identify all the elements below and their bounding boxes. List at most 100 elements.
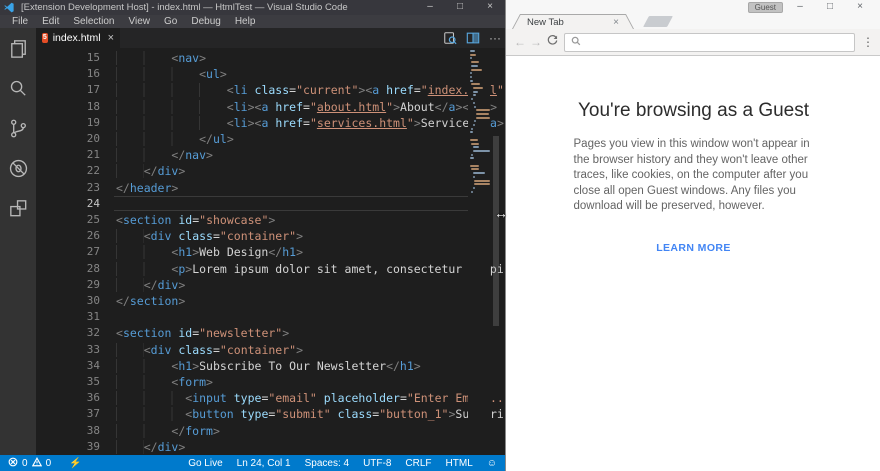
status-spaces-4[interactable]: Spaces: 4 bbox=[305, 458, 349, 469]
open-preview-icon[interactable] bbox=[443, 31, 457, 46]
code-line-25[interactable]: 25 <section id="showcase"> bbox=[36, 212, 505, 228]
vscode-titlebar[interactable]: [Extension Development Host] - index.htm… bbox=[0, 0, 505, 15]
code-line-21[interactable]: 21 </nav> bbox=[36, 147, 505, 163]
maximize-button[interactable]: □ bbox=[445, 0, 475, 15]
browser-tab-close-icon[interactable]: × bbox=[613, 17, 619, 28]
code-line-37[interactable]: 37 <button type="submit" class="button_1… bbox=[36, 406, 505, 422]
split-editor-icon[interactable] bbox=[466, 31, 480, 46]
activitybar-files-icon[interactable] bbox=[0, 28, 36, 68]
activitybar-debug-icon[interactable] bbox=[0, 148, 36, 188]
menu-selection[interactable]: Selection bbox=[66, 16, 121, 27]
activity-bar bbox=[0, 28, 36, 455]
line-number: 27 bbox=[86, 245, 100, 259]
html-file-icon: 5 bbox=[42, 33, 48, 43]
code-line-20[interactable]: 20 </ul> bbox=[36, 131, 505, 147]
learn-more-link[interactable]: LEARN MORE bbox=[506, 242, 880, 254]
code-line-26[interactable]: 26 <div class="container"> bbox=[36, 228, 505, 244]
line-number: 30 bbox=[86, 294, 100, 307]
reload-icon[interactable] bbox=[544, 34, 560, 50]
address-input[interactable] bbox=[586, 36, 848, 48]
new-tab-button[interactable] bbox=[643, 16, 673, 27]
line-number: 26 bbox=[86, 229, 100, 243]
code-line-36[interactable]: 36 <input type="email" placeholder="Ente… bbox=[36, 390, 505, 406]
browser-tab[interactable]: New Tab × bbox=[512, 14, 634, 29]
menu-go[interactable]: Go bbox=[157, 16, 184, 27]
code-text: </section> bbox=[116, 294, 186, 308]
smiley-icon[interactable]: ☺ bbox=[487, 458, 497, 469]
status-ln-24-col-1[interactable]: Ln 24, Col 1 bbox=[237, 458, 291, 469]
line-number: 18 bbox=[86, 99, 100, 113]
minimap[interactable] bbox=[468, 48, 490, 455]
code-line-19[interactable]: 19 <li><a href="services.html">Services<… bbox=[36, 115, 505, 131]
browser-content: You're browsing as a Guest Pages you vie… bbox=[506, 56, 880, 471]
activitybar-extensions-icon[interactable] bbox=[0, 188, 36, 228]
code-line-24[interactable]: 24 bbox=[36, 195, 505, 212]
code-line-31[interactable]: 31 bbox=[36, 309, 505, 325]
code-line-15[interactable]: 15 <nav> bbox=[36, 50, 505, 66]
line-number: 37 bbox=[86, 407, 100, 421]
browser-minimize-button[interactable]: – bbox=[785, 0, 815, 14]
browser-tab-title: New Tab bbox=[527, 16, 564, 28]
forward-icon[interactable]: → bbox=[528, 35, 544, 49]
close-button[interactable]: × bbox=[475, 0, 505, 15]
menu-help[interactable]: Help bbox=[228, 16, 263, 27]
status-html[interactable]: HTML bbox=[446, 458, 473, 469]
menu-file[interactable]: File bbox=[5, 16, 35, 27]
guest-badge[interactable]: Guest bbox=[747, 2, 783, 13]
code-line-33[interactable]: 33 <div class="container"> bbox=[36, 342, 505, 358]
tab-close-icon[interactable]: × bbox=[108, 32, 114, 44]
menu-edit[interactable]: Edit bbox=[35, 16, 66, 27]
tab-index-html[interactable]: 5 index.html × bbox=[36, 28, 120, 48]
code-text: <button type="submit" class="button_1">S… bbox=[116, 406, 505, 422]
code-text: <h1>Subscribe To Our Newsletter</h1> bbox=[116, 358, 505, 374]
activitybar-search-icon[interactable] bbox=[0, 68, 36, 108]
code-line-38[interactable]: 38 </form> bbox=[36, 423, 505, 439]
browser-menu-icon[interactable]: ⋮ bbox=[861, 35, 875, 49]
code-text: <section id="showcase"> bbox=[116, 213, 276, 227]
code-line-22[interactable]: 22 </div> bbox=[36, 163, 505, 179]
back-icon[interactable]: ← bbox=[512, 35, 528, 49]
code-line-30[interactable]: 30 </section> bbox=[36, 293, 505, 309]
code-text: <div class="container"> bbox=[116, 228, 505, 244]
activitybar-source-control-icon[interactable] bbox=[0, 108, 36, 148]
line-number: 19 bbox=[86, 115, 100, 129]
line-number: 28 bbox=[86, 261, 100, 275]
menu-bar: File Edit Selection View Go Debug Help bbox=[0, 15, 505, 28]
code-line-34[interactable]: 34 <h1>Subscribe To Our Newsletter</h1> bbox=[36, 358, 505, 374]
code-line-27[interactable]: 27 <h1>Web Design</h1> bbox=[36, 244, 505, 260]
code-line-18[interactable]: 18 <li><a href="about.html">About</a></l… bbox=[36, 99, 505, 115]
browser-toolbar: ← → ⋮ bbox=[506, 29, 880, 56]
browser-close-button[interactable]: × bbox=[845, 0, 875, 14]
code-text: <form> bbox=[116, 374, 505, 390]
code-line-17[interactable]: 17 <li class="current"><a href="index.ht… bbox=[36, 82, 505, 98]
code-text: </header> bbox=[116, 180, 179, 195]
code-line-32[interactable]: 32 <section id="newsletter"> bbox=[36, 325, 505, 341]
status-crlf[interactable]: CRLF bbox=[405, 458, 431, 469]
code-line-29[interactable]: 29 </div> bbox=[36, 277, 505, 293]
menu-view[interactable]: View bbox=[122, 16, 158, 27]
code-line-35[interactable]: 35 <form> bbox=[36, 374, 505, 390]
status-problems[interactable]: 0 0 ⚡ bbox=[0, 457, 82, 469]
code-line-39[interactable]: 39 </div> bbox=[36, 439, 505, 455]
more-actions-icon[interactable]: ··· bbox=[489, 32, 501, 44]
code-line-28[interactable]: 28 <p>Lorem ipsum dolor sit amet, consec… bbox=[36, 261, 505, 277]
minimize-button[interactable]: – bbox=[415, 0, 445, 15]
status-go-live[interactable]: Go Live bbox=[188, 458, 222, 469]
code-editor[interactable]: 15 <nav> 16 <ul> 17 <li class="current"><a… bbox=[36, 48, 505, 455]
code-line-23[interactable]: 23 </header> bbox=[36, 180, 505, 196]
menu-debug[interactable]: Debug bbox=[184, 16, 227, 27]
vscode-window: [Extension Development Host] - index.htm… bbox=[0, 0, 505, 471]
code-line-16[interactable]: 16 <ul> bbox=[36, 66, 505, 82]
feedback-bolt-icon[interactable]: ⚡ bbox=[69, 458, 81, 469]
status-right: Go Live Ln 24, Col 1 Spaces: 4 UTF-8 CRLF HTM… bbox=[188, 458, 505, 469]
editor-scrollbar[interactable] bbox=[492, 48, 500, 455]
browser-maximize-button[interactable]: □ bbox=[815, 0, 845, 14]
vscode-logo-icon bbox=[4, 2, 14, 13]
guest-heading: You're browsing as a Guest bbox=[577, 100, 810, 121]
browser-titlebar[interactable]: Guest – □ × bbox=[506, 0, 880, 14]
status-utf-8[interactable]: UTF-8 bbox=[363, 458, 391, 469]
address-bar[interactable] bbox=[564, 32, 855, 52]
scrollbar-thumb[interactable] bbox=[493, 136, 499, 326]
